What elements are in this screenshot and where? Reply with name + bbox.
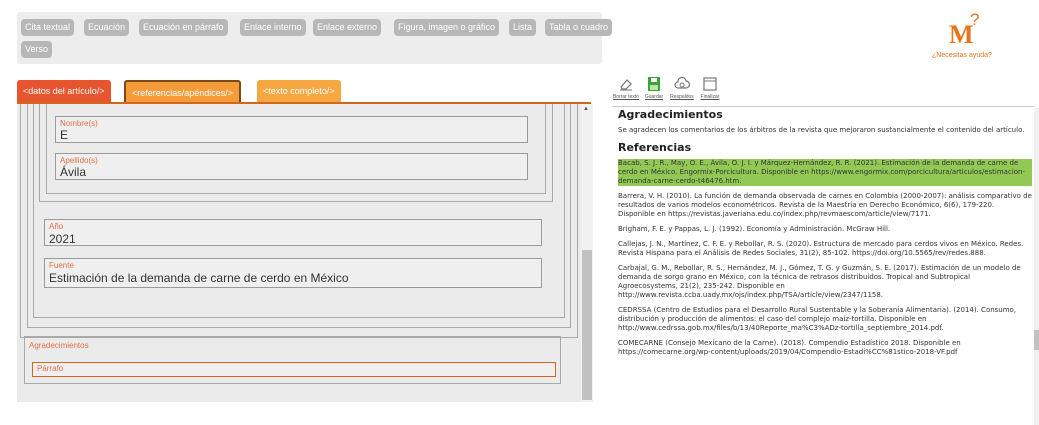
reference-item: CEDRSSA (Centro de Estudios para el Desa… [618, 306, 1017, 332]
cloud-icon [674, 76, 690, 89]
respaldos-label: Respaldos [670, 94, 694, 100]
figura-button[interactable]: Figura, imagen o gráfico [394, 19, 500, 36]
respaldos-button[interactable]: Respaldos [668, 76, 696, 100]
apellido-field[interactable]: Apellido(s) Ávila [55, 153, 528, 180]
editor-scrollbar-thumb[interactable] [1034, 330, 1039, 350]
enlace-externo-button[interactable]: Enlace externo [313, 19, 382, 36]
reference-item: Brigham, F. E. y Pappas, L. J. (1992). E… [618, 225, 891, 233]
tab-datos-articulo[interactable]: <datos del artículo/> [17, 80, 111, 102]
help-question-icon: ? [970, 10, 980, 29]
guardar-button[interactable]: Guardar [640, 76, 668, 100]
anio-field[interactable]: Año 2021 [44, 219, 542, 246]
reference-item: Callejas, J. N., Martínez, C. F. E. y Re… [618, 240, 1024, 257]
help-link[interactable]: M ? ¿Necesitas ayuda? [930, 10, 1000, 60]
tab-texto-completo[interactable]: <texto completo/> [257, 80, 341, 102]
apellido-value: Ávila [60, 165, 87, 179]
reference-item-highlighted: Bacab, S. J. R., May, O. E., Ávila, O. J… [618, 159, 1032, 186]
eraser-icon [620, 79, 632, 91]
anio-label: Año [49, 222, 64, 231]
parrafo-field[interactable]: Párrafo [32, 362, 556, 377]
borrar-texto-button[interactable]: Borrar texto [612, 76, 640, 100]
form-scrollbar-thumb[interactable] [582, 250, 592, 400]
nombre-label: Nombre(s) [60, 119, 98, 128]
apellido-label: Apellido(s) [60, 156, 98, 165]
reference-form-panel: Nombre(s) E Apellido(s) Ávila Año 2021 F… [17, 102, 591, 402]
reference-item: Carbajal, G. M., Rebollar, R. S., Hernán… [618, 264, 1021, 299]
editor-scrollbar[interactable] [1034, 108, 1039, 425]
tab-referencias-apendices[interactable]: <referencias/apéndices/> [124, 80, 242, 102]
ecuacion-button[interactable]: Ecuación [84, 19, 130, 36]
document-editor[interactable]: Agradecimientos Se agradecen los comenta… [618, 108, 1032, 425]
cita-textual-button[interactable]: Cita textual [21, 19, 75, 36]
nombre-field[interactable]: Nombre(s) E [55, 116, 528, 143]
insert-toolbar: Cita textual Ecuación Ecuación en párraf… [17, 12, 613, 64]
agradecimientos-heading: Agradecimientos [618, 108, 723, 121]
scroll-up-arrow-icon[interactable]: ▲ [583, 106, 589, 112]
enlace-interno-button[interactable]: Enlace interno [240, 19, 306, 36]
reference-item: COMECARNE (Consejo Mexicano de la Carne)… [618, 339, 961, 356]
reference-item: Barrera, V. H. (2010). La función de dem… [618, 192, 1032, 218]
referencias-heading: Referencias [618, 141, 692, 154]
finalizar-label: Finalizar [700, 94, 720, 100]
borrar-texto-label: Borrar texto [612, 94, 640, 100]
agradecimientos-paragraph: Se agradecen los comentarios de los árbi… [618, 126, 1025, 134]
finalizar-button[interactable]: Finalizar [696, 76, 724, 100]
help-text: ¿Necesitas ayuda? [932, 52, 992, 59]
parrafo-label: Párrafo [37, 364, 64, 373]
lista-button[interactable]: Lista [509, 19, 537, 36]
nombre-value: E [60, 128, 69, 142]
agradecimientos-label: Agradecimientos [29, 341, 89, 350]
verso-button[interactable]: Verso [21, 41, 53, 58]
ecuacion-parrafo-button[interactable]: Ecuación en párrafo [139, 19, 228, 36]
guardar-label: Guardar [644, 94, 664, 100]
fuente-value: Estimación de la demanda de carne de cer… [49, 271, 349, 285]
tabla-button[interactable]: Tabla o cuadro [545, 19, 613, 36]
fuente-label: Fuente [49, 261, 74, 270]
anio-value: 2021 [49, 232, 76, 246]
fuente-field[interactable]: Fuente Estimación de la demanda de carne… [44, 258, 542, 288]
save-icon [648, 77, 660, 91]
finalize-icon [703, 77, 717, 91]
app-root: Cita textual Ecuación Ecuación en párraf… [0, 0, 1039, 425]
editor-divider [612, 106, 1034, 107]
